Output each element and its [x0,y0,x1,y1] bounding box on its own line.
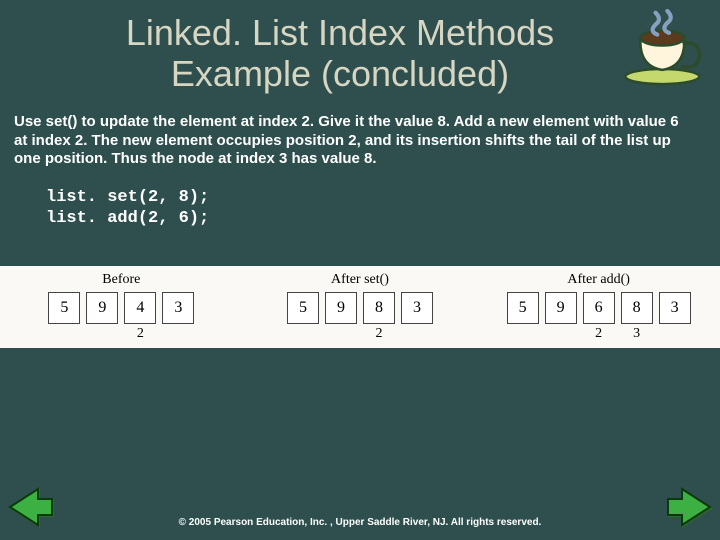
figure-label: After add() [487,272,710,292]
list-node: 9 [86,292,118,324]
index-label: 2 [363,326,395,342]
list-node: 8 [621,292,653,324]
index-label: 2 [124,326,156,342]
list-node: 5 [507,292,539,324]
index-label: 2 [583,326,615,342]
figure-group: After add()5968323 [487,272,710,342]
prev-slide-button[interactable] [8,487,54,532]
list-node: 9 [325,292,357,324]
figure-label: After set() [249,272,472,292]
list-figure: Before59432After set()59832After add()59… [0,266,720,348]
list-node: 5 [48,292,80,324]
index-label: 3 [621,326,653,342]
list-node: 3 [659,292,691,324]
code-line-1: list. set(2, 8); [46,187,720,208]
code-block: list. set(2, 8); list. add(2, 6); [0,177,720,230]
next-slide-button[interactable] [666,487,712,532]
figure-label: Before [10,272,233,292]
list-node: 6 [583,292,615,324]
code-line-2: list. add(2, 6); [46,208,720,229]
figure-group: Before59432 [10,272,233,342]
list-node: 9 [545,292,577,324]
description-text: Use set() to update the element at index… [0,95,720,177]
list-node: 3 [162,292,194,324]
title-line-1: Linked. List Index Methods [126,12,554,53]
coffee-cup-icon [622,6,706,86]
list-node: 8 [363,292,395,324]
list-node: 5 [287,292,319,324]
list-node: 3 [401,292,433,324]
title-line-2: Example (concluded) [171,53,509,94]
slide-title: Linked. List Index Methods Example (conc… [0,0,720,95]
figure-group: After set()59832 [249,272,472,342]
list-node: 4 [124,292,156,324]
copyright-text: © 2005 Pearson Education, Inc. , Upper S… [0,517,720,528]
